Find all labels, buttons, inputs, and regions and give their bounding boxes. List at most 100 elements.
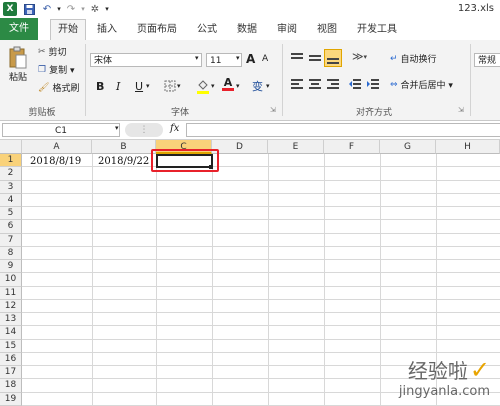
orientation-button[interactable]: ≫ ▾ <box>352 50 367 63</box>
increase-indent-button[interactable] <box>366 78 380 90</box>
row-header-13[interactable]: 13 <box>0 313 22 327</box>
cut-button[interactable]: ✂ 剪切 <box>38 45 67 59</box>
phonetic-button[interactable]: 变 <box>252 78 263 94</box>
font-name-select[interactable]: 宋体 <box>90 53 202 67</box>
align-left-button[interactable] <box>290 78 304 90</box>
gridline <box>22 272 500 274</box>
row-header-18[interactable]: 18 <box>0 379 22 393</box>
font-color-button[interactable]: A <box>222 77 234 91</box>
row-header-19[interactable]: 19 <box>0 392 22 406</box>
row-header-9[interactable]: 9 <box>0 260 22 274</box>
align-middle-button[interactable] <box>308 52 322 64</box>
decrease-indent-button[interactable] <box>348 78 362 90</box>
font-color-dropdown-icon[interactable]: ▾ <box>236 82 240 90</box>
align-bottom-button[interactable] <box>324 49 342 67</box>
column-header-h[interactable]: H <box>436 140 500 154</box>
column-header-g[interactable]: G <box>380 140 436 154</box>
cell-a1[interactable]: 2018/8/19 <box>30 156 81 167</box>
wrap-text-button[interactable]: ↵ 自动换行 <box>390 52 437 66</box>
gridline <box>22 259 500 260</box>
align-center-icon <box>309 79 321 89</box>
underline-button[interactable]: U <box>135 80 143 93</box>
cell-b1[interactable]: 2018/9/22 <box>98 156 149 167</box>
shrink-font-button[interactable]: A <box>262 54 268 64</box>
borders-dropdown-icon[interactable]: ▾ <box>177 82 181 90</box>
format-painter-button[interactable]: 🖌 格式刷 <box>38 81 80 95</box>
alignment-dialog-launcher-icon[interactable]: ⇲ <box>458 106 464 114</box>
gridline <box>22 245 500 247</box>
insert-function-button[interactable]: fx <box>170 123 179 134</box>
row-header-11[interactable]: 11 <box>0 286 22 300</box>
font-color-swatch <box>222 88 234 91</box>
format-painter-label: 格式刷 <box>52 84 80 94</box>
italic-button[interactable]: I <box>116 80 120 93</box>
column-header-a[interactable]: A <box>22 140 92 154</box>
gridline <box>22 351 500 353</box>
number-format-select[interactable]: 常规 <box>474 53 500 67</box>
customize-dropdown-icon[interactable]: ▾ <box>100 2 114 16</box>
align-top-button[interactable] <box>290 52 304 64</box>
tab-data[interactable]: 数据 <box>230 20 264 39</box>
select-all-corner[interactable] <box>0 140 22 154</box>
watermark-url: jingyanla.com <box>398 384 490 399</box>
name-box[interactable]: C1 <box>2 123 120 137</box>
paste-button[interactable]: 粘贴 <box>6 46 30 83</box>
font-size-dropdown-icon[interactable]: ▾ <box>236 54 240 62</box>
gridline <box>22 312 500 313</box>
gridline <box>22 179 500 181</box>
ribbon-tabs: 文件 开始 插入 页面布局 公式 数据 审阅 视图 开发工具 <box>0 18 500 41</box>
align-center-button[interactable] <box>308 78 322 90</box>
row-header-1[interactable]: 1 <box>0 154 22 168</box>
tab-formulas[interactable]: 公式 <box>190 20 224 39</box>
title-bar: X ↶ ▾ ↷ ▾ ✲ ▾ 123.xls <box>0 0 500 18</box>
grow-font-button[interactable]: A <box>246 52 255 66</box>
borders-button[interactable] <box>164 80 176 92</box>
font-name-dropdown-icon[interactable]: ▾ <box>195 54 199 62</box>
tab-insert[interactable]: 插入 <box>90 20 124 39</box>
tab-file[interactable]: 文件 <box>0 18 38 40</box>
align-left-icon <box>291 79 303 89</box>
row-header-15[interactable]: 15 <box>0 339 22 353</box>
formula-input[interactable] <box>186 123 500 137</box>
gridline <box>268 154 269 405</box>
window-title: 123.xls <box>457 3 494 14</box>
tab-page-layout[interactable]: 页面布局 <box>130 20 184 39</box>
copy-button[interactable]: ❐ 复制 ▾ <box>38 63 74 77</box>
wrap-text-label: 自动换行 <box>400 55 437 65</box>
row-header-7[interactable]: 7 <box>0 233 22 247</box>
row-header-4[interactable]: 4 <box>0 193 22 207</box>
row-header-16[interactable]: 16 <box>0 352 22 366</box>
row-header-6[interactable]: 6 <box>0 220 22 234</box>
tab-developer[interactable]: 开发工具 <box>350 20 404 39</box>
tab-review[interactable]: 审阅 <box>270 20 304 39</box>
align-right-button[interactable] <box>326 78 340 90</box>
align-bottom-icon <box>327 58 339 64</box>
row-header-10[interactable]: 10 <box>0 273 22 287</box>
row-header-14[interactable]: 14 <box>0 326 22 340</box>
merge-center-button[interactable]: ⇔ 合并后居中 ▾ <box>390 78 453 92</box>
row-header-8[interactable]: 8 <box>0 246 22 260</box>
gridline <box>22 338 500 340</box>
column-header-f[interactable]: F <box>324 140 380 154</box>
column-header-e[interactable]: E <box>268 140 324 154</box>
fill-color-dropdown-icon[interactable]: ▾ <box>211 82 215 90</box>
phonetic-dropdown-icon[interactable]: ▾ <box>266 82 270 90</box>
row-header-17[interactable]: 17 <box>0 366 22 380</box>
save-icon[interactable] <box>22 2 36 16</box>
gridline <box>22 206 500 207</box>
row-header-2[interactable]: 2 <box>0 167 22 181</box>
row-header-3[interactable]: 3 <box>0 180 22 194</box>
tab-home[interactable]: 开始 <box>50 19 86 41</box>
column-header-b[interactable]: B <box>92 140 156 154</box>
bold-button[interactable]: B <box>96 80 104 93</box>
row-header-12[interactable]: 12 <box>0 299 22 313</box>
copy-icon: ❐ <box>38 64 47 75</box>
tab-view[interactable]: 视图 <box>310 20 344 39</box>
underline-dropdown-icon[interactable]: ▾ <box>146 82 150 90</box>
name-box-dropdown-icon[interactable]: ▾ <box>115 124 119 132</box>
gridline <box>22 232 500 234</box>
font-dialog-launcher-icon[interactable]: ⇲ <box>270 106 276 114</box>
row-header-5[interactable]: 5 <box>0 207 22 221</box>
fill-color-button[interactable] <box>196 78 210 94</box>
column-header-d[interactable]: D <box>212 140 268 154</box>
